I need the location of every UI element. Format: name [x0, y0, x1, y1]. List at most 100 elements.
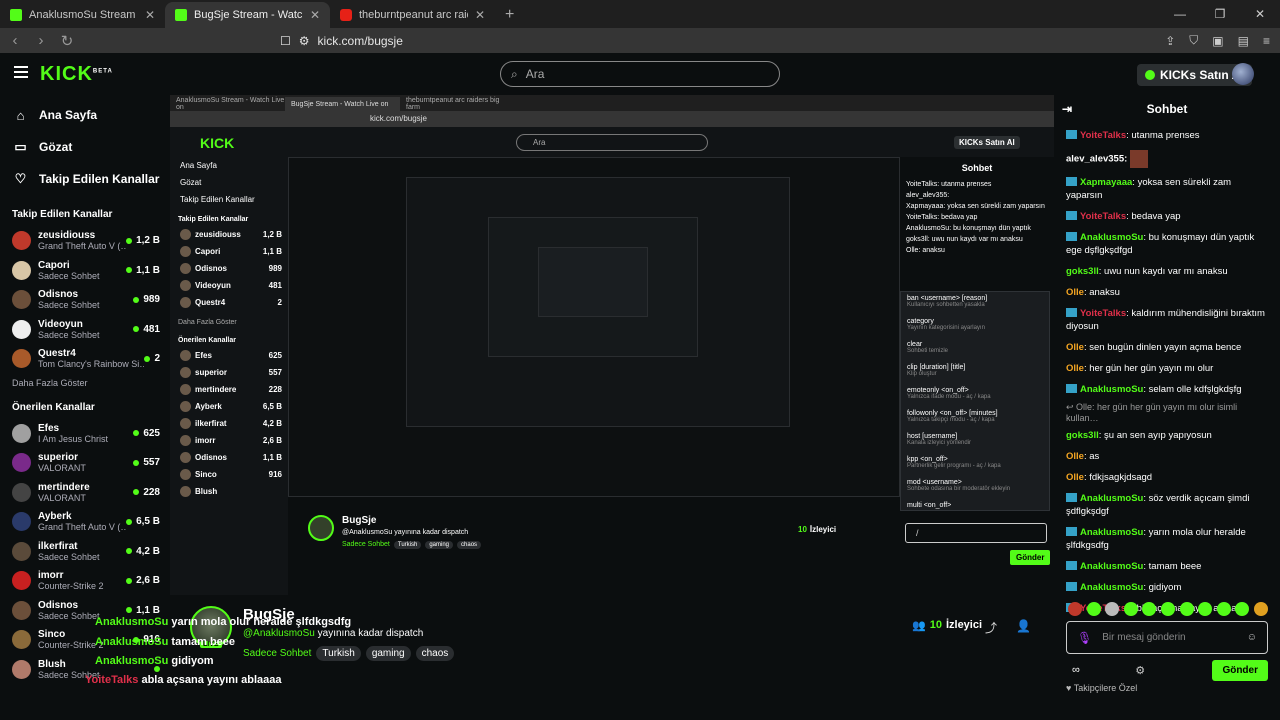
menu-icon[interactable]: ≡ [1263, 34, 1270, 48]
sidebar-channel[interactable]: Odisnos Sadece Sohbet 989 [0, 285, 170, 315]
browser-tab-active[interactable]: BugSje Stream - Watch Live on K✕ [165, 2, 330, 28]
chat-username[interactable]: Xapmayaaa [1080, 177, 1132, 188]
channel-avatar [12, 453, 31, 473]
chat-username[interactable]: Olle [1066, 342, 1084, 353]
minimize-icon[interactable]: — [1160, 0, 1200, 28]
chat-username[interactable]: YoiteTalks [1080, 130, 1126, 141]
chat-input[interactable]: 🎙 Bir mesaj gönderin ☺ [1066, 621, 1268, 654]
site-info-icon[interactable]: ⚙ [299, 34, 310, 48]
url-box[interactable]: ☐ ⚙ kick.com/bugsje [280, 30, 1000, 51]
close-tab-icon[interactable]: ✕ [310, 8, 320, 22]
emote-icon[interactable] [1216, 602, 1231, 616]
back-icon[interactable]: ‹ [4, 32, 26, 49]
chat-username[interactable]: goks3ll [1066, 430, 1099, 441]
sidebar-channel[interactable]: zeusidiouss Grand Theft Auto V (… 1,2 B [0, 226, 170, 256]
emoji-icon[interactable]: ☺ [1247, 632, 1257, 643]
collapse-chat-icon[interactable]: ⇥ [1062, 95, 1072, 123]
chat-username[interactable]: AnaklusmoSu [1080, 493, 1143, 504]
chat-footer: ∞ ⚙ Gönder [1072, 659, 1268, 681]
search-input[interactable]: ⌕ Ara [500, 61, 780, 87]
tag-gaming[interactable]: gaming [365, 646, 411, 661]
live-viewers: 2 [144, 353, 160, 364]
emote-icon[interactable] [1105, 602, 1120, 616]
close-window-icon[interactable]: ✕ [1240, 0, 1280, 28]
close-tab-icon[interactable]: ✕ [475, 8, 485, 22]
sidebar-channel[interactable]: Ayberk Grand Theft Auto V (… 6,5 B [0, 507, 170, 537]
maximize-icon[interactable]: ❐ [1200, 0, 1240, 28]
sidebar-channel[interactable]: superior VALORANT 557 [0, 448, 170, 478]
emote-icon[interactable] [1142, 602, 1157, 616]
tag-turkish[interactable]: Turkish [316, 646, 361, 661]
chat-message: Olle: sen bugün dinlen yayın açma bence [1066, 342, 1242, 353]
bookmark-icon[interactable]: ☐ [280, 34, 291, 48]
emote-icon[interactable] [1068, 602, 1082, 616]
chat-username[interactable]: AnaklusmoSu [1080, 232, 1143, 243]
chat-username[interactable]: goks3ll [1066, 266, 1099, 277]
chat-username[interactable]: AnaklusmoSu [1080, 561, 1143, 572]
chat-username[interactable]: YoiteTalks [1080, 211, 1126, 222]
sidebar-channel[interactable]: Efes I Am Jesus Christ 625 [0, 419, 170, 449]
sidebar-channel[interactable]: Capori Sadece Sohbet 1,1 B [0, 256, 170, 286]
tag-chaos[interactable]: chaos [415, 646, 455, 661]
nav-home[interactable]: ⌂ Ana Sayfa [14, 99, 170, 131]
stream-title-mention[interactable]: @AnaklusmoSu [243, 628, 315, 639]
wallet-icon[interactable]: ▣ [1212, 34, 1223, 48]
chat-settings-icon[interactable]: ⚙ [1135, 664, 1145, 677]
chat-username[interactable]: AnaklusmoSu [1080, 582, 1143, 593]
kicks-points-icon[interactable]: ∞ [1072, 664, 1080, 676]
live-viewers: 989 [133, 294, 160, 305]
new-tab-icon[interactable]: + [495, 2, 524, 28]
hamburger-menu-icon[interactable] [14, 66, 28, 78]
sidebar-channel[interactable]: Questr4 Tom Clancy's Rainbow Si… 2 [0, 344, 170, 374]
reply-preview[interactable]: ↩ Olle: her gün her gün yayın mı olur is… [1066, 400, 1270, 425]
emote-icon[interactable] [1179, 602, 1194, 616]
nested-viewers: 10 [798, 525, 807, 534]
channel-avatar [12, 290, 31, 310]
channel-avatar [12, 482, 31, 502]
share-icon[interactable]: ⇪ [1165, 34, 1175, 48]
chat-username[interactable]: Olle [1066, 472, 1084, 483]
chat-username[interactable]: alev_alev355: [1066, 154, 1127, 165]
chat-username[interactable]: Olle [1066, 363, 1084, 374]
user-avatar[interactable] [1232, 63, 1254, 85]
reload-icon[interactable]: ↻ [56, 32, 78, 50]
nav-browse[interactable]: ▭ Gözat [14, 131, 170, 163]
follow-user-icon[interactable]: 👤 [1016, 619, 1031, 633]
microphone-icon[interactable]: 🎙 [1077, 631, 1092, 645]
chat-username[interactable]: YoiteTalks [1080, 308, 1126, 319]
emote-icon[interactable] [1253, 602, 1268, 616]
browser-tab[interactable]: AnaklusmoSu Stream - Watch Live on K✕ [0, 2, 165, 28]
emote-icon[interactable] [1235, 602, 1250, 616]
sidebar-channel[interactable]: Videoyun Sadece Sohbet 481 [0, 315, 170, 345]
kick-logo[interactable]: KICKBETA [40, 63, 113, 86]
sidebar-channel[interactable]: mertindere VALORANT 228 [0, 478, 170, 508]
browser-tab[interactable]: theburntpeanut arc raiders big farm✕ [330, 2, 495, 28]
brave-shield-icon[interactable]: ⛉ [1189, 33, 1198, 48]
chat-header: ⇥ Sohbet [1054, 95, 1280, 123]
category-link[interactable]: Sadece Sohbet [243, 648, 311, 659]
emote-icon[interactable] [1198, 602, 1213, 616]
nav-following[interactable]: ♡ Takip Edilen Kanallar [14, 163, 170, 195]
chat-username[interactable]: Olle [1066, 287, 1084, 298]
show-more-link[interactable]: Daha Fazla Göster [0, 374, 170, 396]
sidebar-channel[interactable]: imorr Counter-Strike 2 2,6 B [0, 566, 170, 596]
recommended-channels-heading: Önerilen Kanallar [12, 401, 95, 413]
share-icon[interactable]: ⤴ [985, 619, 997, 636]
emote-icon[interactable] [1086, 602, 1101, 616]
sidebar-toggle-icon[interactable]: ▤ [1238, 34, 1249, 48]
emote-icon[interactable] [1123, 602, 1138, 616]
close-tab-icon[interactable]: ✕ [145, 8, 155, 22]
chat-username[interactable]: AnaklusmoSu [1080, 384, 1143, 395]
forward-icon[interactable]: › [30, 32, 52, 49]
nested-tag: chaos [457, 541, 482, 549]
video-player[interactable]: AnaklusmoSu Stream - Watch Live on BugSj… [170, 95, 1054, 595]
sidebar-channel[interactable]: ilkerfirat Sadece Sohbet 4,2 B [0, 537, 170, 567]
url-text[interactable]: kick.com/bugsje [318, 34, 403, 48]
nested-tab: AnaklusmoSu Stream - Watch Live on [176, 97, 285, 111]
send-button[interactable]: Gönder [1212, 659, 1268, 681]
chat-username[interactable]: AnaklusmoSu [1080, 527, 1143, 538]
command-suggestion: clear Sohbeti temizle [907, 341, 949, 354]
emote-icon[interactable] [1160, 602, 1175, 616]
chat-username[interactable]: Olle [1066, 451, 1084, 462]
nested-chat-line: Xapmayaaa: yoksa sen sürekli zam yaparsı… [906, 203, 1045, 210]
